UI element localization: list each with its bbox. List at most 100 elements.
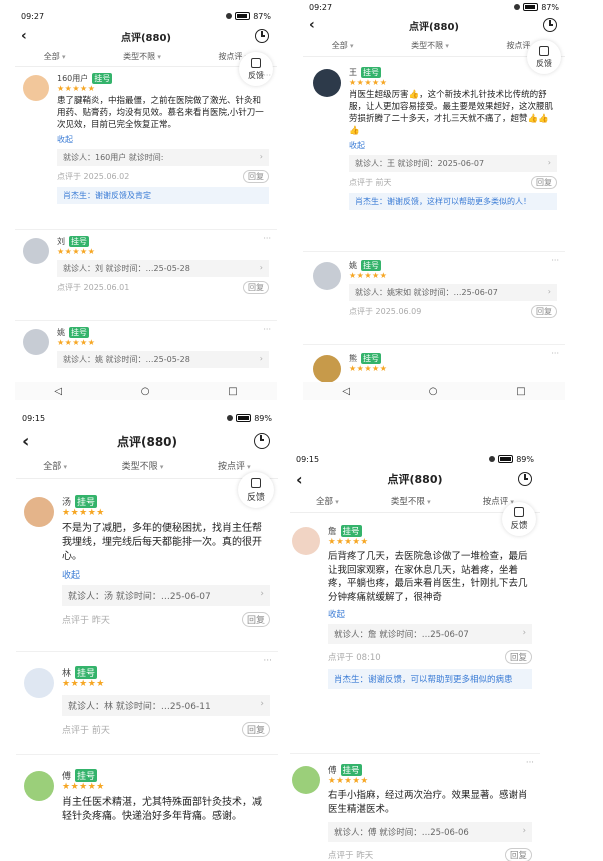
collapse-link[interactable]: 收起 [349, 140, 557, 151]
avatar [292, 766, 320, 794]
clock-icon[interactable] [255, 29, 269, 43]
reply-button[interactable]: 回复 [241, 612, 270, 627]
review-item: 詹挂号 ★★★★★ 后背疼了几天，去医院急诊做了一堆检查，最后让我回家观察，在家… [290, 513, 540, 754]
visit-info[interactable]: 就诊人：詹 就诊时间：…25-06-07 [328, 624, 532, 644]
rating-stars: ★★★★★ [57, 247, 96, 256]
visit-info[interactable]: 就诊人：姚宋如 就诊时间：…25-06-07 [349, 284, 557, 301]
reply-button[interactable]: 回复 [241, 722, 270, 737]
review-item: 王挂号 ★★★★★ 肖医生超级厉害👍，这个新技术扎针技术比传统的舒服，让人更加容… [303, 57, 565, 252]
edit-icon [539, 45, 549, 56]
signal-icon [227, 415, 234, 421]
collapse-link[interactable]: 收起 [328, 608, 532, 620]
nav-back-icon[interactable]: ◁ [54, 386, 62, 397]
clock-icon[interactable] [543, 18, 557, 32]
rating-stars: ★★★★★ [349, 78, 388, 87]
page-title: 点评(880) [116, 434, 178, 449]
review-date: 点评于 昨天 [62, 616, 110, 626]
filter-bar: 全部 类型不限 按点评 [290, 492, 540, 513]
review-date: 点评于 08:10 [328, 653, 381, 663]
reply-button[interactable]: 回复 [243, 281, 269, 294]
back-arrow-icon[interactable]: ‹ [309, 17, 315, 33]
more-icon[interactable]: ··· [263, 234, 271, 243]
status-badge: 挂号 [361, 353, 381, 364]
clock-icon[interactable] [254, 433, 270, 449]
status-badge: 挂号 [361, 67, 381, 78]
system-nav-bar: ◁ ○ □ [303, 382, 565, 400]
back-arrow-icon[interactable]: ‹ [296, 470, 303, 489]
nav-back-icon[interactable]: ◁ [342, 386, 350, 397]
avatar [24, 668, 54, 698]
collapse-link[interactable]: 收起 [57, 134, 269, 145]
status-time: 09:15 [296, 454, 320, 464]
reply-button[interactable]: 回复 [504, 650, 532, 664]
more-icon[interactable]: ··· [551, 256, 559, 265]
review-item: 刘挂号 ★★★★★ ··· 就诊人：刘 就诊时间：…25-05-28 点评于 2… [15, 230, 277, 321]
filter-type[interactable]: 类型不限 [123, 48, 161, 66]
more-icon[interactable]: ··· [263, 71, 271, 80]
nav-recents-icon[interactable]: □ [516, 386, 525, 397]
visit-info[interactable]: 就诊人：王 就诊时间：2025-06-07 [349, 155, 557, 172]
reviewer-name: 傅 [328, 766, 337, 776]
status-time: 09:15 [22, 413, 46, 423]
status-badge: 挂号 [92, 73, 113, 84]
reply-button[interactable]: 回复 [243, 170, 269, 183]
doctor-reply: 肖杰生：谢谢反馈及肯定 [57, 187, 269, 204]
visit-info[interactable]: 就诊人：汤 就诊时间：…25-06-07 [62, 585, 270, 606]
more-icon[interactable]: ··· [263, 325, 271, 334]
avatar [292, 527, 320, 555]
screen-2: 09:27 87% ‹ 点评(880) 全部 类型不限 按点评 反馈 王挂号 ★… [303, 0, 565, 400]
system-nav-bar: ◁ ○ □ [15, 382, 277, 400]
battery-icon [498, 455, 514, 463]
reply-button[interactable]: 回复 [531, 176, 557, 189]
rating-stars: ★★★★★ [349, 271, 388, 280]
battery-percent: 89% [254, 413, 272, 423]
filter-bar: 全部 类型不限 按点评 [15, 48, 277, 67]
back-arrow-icon[interactable]: ‹ [21, 28, 27, 44]
review-item: 姚挂号 ★★★★★ ··· 就诊人：姚 就诊时间：…25-05-28 [15, 321, 277, 391]
nav-recents-icon[interactable]: □ [228, 386, 237, 397]
rating-stars: ★★★★★ [62, 508, 105, 518]
reviewer-name: 熊 [349, 354, 357, 363]
status-badge: 挂号 [75, 666, 98, 679]
review-text: 肖医生超级厉害👍，这个新技术扎针技术比传统的舒服，让人更加容易接受。最主要是效果… [349, 90, 554, 136]
nav-home-icon[interactable]: ○ [141, 386, 150, 397]
battery-percent: 89% [516, 454, 534, 464]
filter-all[interactable]: 全部 [332, 36, 354, 56]
filter-bar: 全部 类型不限 按点评 [16, 456, 278, 479]
doctor-reply: 肖杰生：谢谢反馈，可以帮助到更多相似的病患 [328, 669, 532, 689]
filter-all[interactable]: 全部 [316, 492, 339, 512]
top-bar: ‹ 点评(880) [290, 466, 540, 492]
clock-icon[interactable] [518, 472, 532, 486]
status-time: 09:27 [21, 11, 45, 21]
doctor-reply: 肖杰生：谢谢反馈，这样可以帮助更多类似的人！ [349, 193, 557, 210]
visit-info[interactable]: 就诊人：刘 就诊时间：…25-05-28 [57, 260, 269, 277]
filter-type[interactable]: 类型不限 [391, 492, 431, 512]
review-text: 后背疼了几天，去医院急诊做了一堆检查，最后让我回家观察，在家休息几天，站着疼，坐… [328, 551, 528, 603]
back-arrow-icon[interactable]: ‹ [22, 431, 29, 452]
reply-button[interactable]: 回复 [531, 305, 557, 318]
nav-home-icon[interactable]: ○ [429, 386, 438, 397]
rating-stars: ★★★★★ [62, 782, 105, 792]
more-icon[interactable]: ··· [263, 656, 272, 666]
visit-info[interactable]: 就诊人：林 就诊时间：…25-06-11 [62, 695, 270, 716]
status-badge: 挂号 [340, 764, 362, 776]
visit-info[interactable]: 就诊人：傅 就诊时间：…25-06-06 [328, 822, 532, 842]
reply-button[interactable]: 回复 [504, 848, 532, 861]
rating-stars: ★★★★★ [57, 84, 96, 93]
filter-type[interactable]: 类型不限 [122, 456, 164, 478]
filter-all[interactable]: 全部 [43, 456, 67, 478]
status-badge: 挂号 [75, 495, 98, 508]
filter-bar: 全部 类型不限 按点评 [303, 36, 565, 57]
filter-all[interactable]: 全部 [44, 48, 66, 66]
battery-icon [236, 414, 252, 422]
filter-type[interactable]: 类型不限 [411, 36, 449, 56]
visit-info[interactable]: 就诊人：姚 就诊时间：…25-05-28 [57, 351, 269, 368]
status-bar: 09:27 87% [303, 0, 565, 14]
more-icon[interactable]: ··· [551, 349, 559, 358]
more-icon[interactable]: ··· [526, 758, 534, 768]
review-text: 肖主任医术精湛，尤其特殊面部针灸技术，减轻针灸疼痛。快递治好多年背痛。感谢。 [62, 797, 262, 822]
visit-info[interactable]: 就诊人：160用户 就诊时间: [57, 149, 269, 166]
reviewer-name: 王 [349, 68, 357, 77]
avatar [313, 355, 341, 383]
collapse-link[interactable]: 收起 [62, 568, 270, 581]
